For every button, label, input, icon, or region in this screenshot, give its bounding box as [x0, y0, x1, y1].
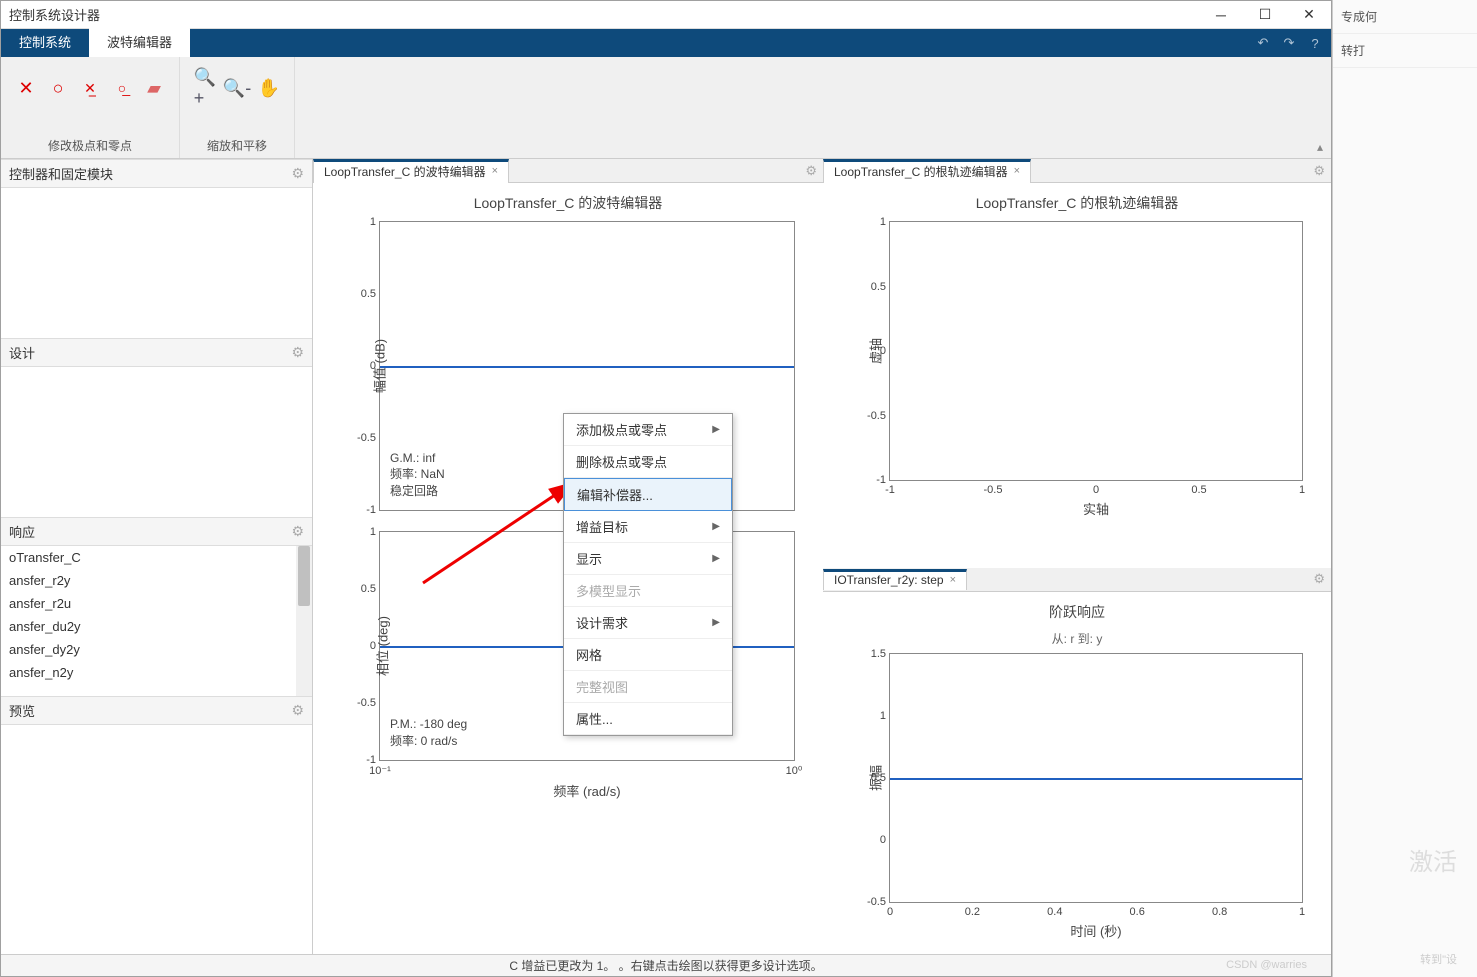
cm-display[interactable]: 显示▶: [564, 543, 732, 575]
ribbon-collapse-icon[interactable]: ▴: [1317, 140, 1323, 154]
add-pole-icon[interactable]: ✕: [15, 77, 37, 99]
cm-add-pole-zero[interactable]: 添加极点或零点▶: [564, 414, 732, 446]
rlocus-title: LoopTransfer_C 的根轨迹编辑器: [841, 193, 1313, 213]
workspace: 控制器和固定模块 ⚙ 设计 ⚙ 响应 ⚙ oTransfer_C ansfer_…: [1, 159, 1331, 976]
pan-icon[interactable]: ✋: [258, 77, 280, 99]
redo-icon[interactable]: ↷: [1279, 33, 1299, 53]
gear-icon[interactable]: ⚙: [291, 344, 304, 361]
ribbon: ✕ ○ ✕̲ ○̲ ▰ 修改极点和零点 🔍+ 🔍- ✋ 缩放和平移 ▴: [1, 57, 1331, 159]
add-zero-icon[interactable]: ○: [47, 77, 69, 99]
panel-header-preview[interactable]: 预览 ⚙: [1, 696, 312, 725]
activate-watermark: 激活: [1409, 842, 1457, 877]
step-title: 阶跃响应: [841, 602, 1313, 622]
mag-data-line: [380, 366, 794, 368]
cm-full-view: 完整视图: [564, 671, 732, 703]
list-item[interactable]: ansfer_r2y: [1, 569, 296, 592]
bode-tab[interactable]: LoopTransfer_C 的波特编辑器 ×: [313, 159, 509, 183]
cm-design-req[interactable]: 设计需求▶: [564, 607, 732, 639]
panel-header-responses[interactable]: 响应 ⚙: [1, 517, 312, 546]
rlocus-tab[interactable]: LoopTransfer_C 的根轨迹编辑器 ×: [823, 159, 1031, 183]
help-icon[interactable]: ?: [1305, 33, 1325, 53]
step-chart[interactable]: 阶跃响应 从: r 到: y 振幅 1.5 1 0.5 0 -0.5 0 0.2…: [823, 592, 1331, 977]
step-plot[interactable]: 振幅 1.5 1 0.5 0 -0.5 0 0.2 0.4 0.6 0.8 1: [889, 653, 1303, 903]
close-button[interactable]: ✕: [1287, 1, 1331, 29]
gear-icon[interactable]: ⚙: [291, 165, 304, 182]
scrollbar[interactable]: [296, 546, 312, 696]
activate-watermark-sub: 转到"设: [1420, 951, 1457, 967]
step-subtitle: 从: r 到: y: [841, 630, 1313, 647]
side-strip: 专成何 转打 激活 转到"设: [1332, 0, 1477, 977]
ribbon-label-zoom: 缩放和平移: [194, 131, 280, 154]
tab-control-system[interactable]: 控制系统: [1, 26, 89, 57]
context-menu: 添加极点或零点▶ 删除极点或零点 编辑补偿器... 增益目标▶ 显示▶ 多模型显…: [563, 413, 733, 736]
right-panel: LoopTransfer_C 的根轨迹编辑器 × ⚙ LoopTransfer_…: [823, 159, 1331, 976]
step-xlabel: 时间 (秒): [889, 921, 1303, 940]
list-item[interactable]: ansfer_r2u: [1, 592, 296, 615]
step-data-line: [890, 778, 1302, 780]
list-item[interactable]: oTransfer_C: [1, 546, 296, 569]
rlocus-plot[interactable]: 虚轴 1 0.5 0 -0.5 -1 -1 -0.5 0 0.5 1: [889, 221, 1303, 481]
rlocus-chart[interactable]: LoopTransfer_C 的根轨迹编辑器 虚轴 1 0.5 0 -0.5 -…: [823, 183, 1331, 568]
window-controls: ─ ☐ ✕: [1199, 1, 1331, 29]
bode-tabbar: LoopTransfer_C 的波特编辑器 × ⚙: [313, 159, 823, 183]
center-panel: LoopTransfer_C 的波特编辑器 × ⚙ LoopTransfer_C…: [313, 159, 823, 976]
list-item[interactable]: ansfer_dy2y: [1, 638, 296, 661]
rlocus-xlabel: 实轴: [889, 499, 1303, 518]
gear-icon[interactable]: ⚙: [805, 163, 817, 179]
cm-properties[interactable]: 属性...: [564, 703, 732, 735]
titlebar: 控制系统设计器 ─ ☐ ✕: [1, 1, 1331, 29]
gear-icon[interactable]: ⚙: [291, 702, 304, 719]
window-title: 控制系统设计器: [9, 5, 100, 24]
panel-header-controllers[interactable]: 控制器和固定模块 ⚙: [1, 159, 312, 188]
gear-icon[interactable]: ⚙: [1313, 163, 1325, 179]
zoom-in-icon[interactable]: 🔍+: [194, 77, 216, 99]
list-item[interactable]: ansfer_n2y: [1, 661, 296, 684]
close-icon[interactable]: ×: [1014, 165, 1020, 177]
ribbon-label-poles: 修改极点和零点: [15, 131, 165, 154]
ribbon-group-zoom: 🔍+ 🔍- ✋ 缩放和平移: [180, 57, 295, 158]
undo-icon[interactable]: ↶: [1253, 33, 1273, 53]
add-complex-pole-icon[interactable]: ✕̲: [79, 77, 101, 99]
add-complex-zero-icon[interactable]: ○̲: [111, 77, 133, 99]
mag-info: G.M.: inf 频率: NaN 稳定回路: [390, 450, 445, 500]
eraser-icon[interactable]: ▰: [143, 77, 165, 99]
panel-header-design[interactable]: 设计 ⚙: [1, 338, 312, 367]
step-tabbar: IOTransfer_r2y: step × ⚙: [823, 568, 1331, 592]
gear-icon[interactable]: ⚙: [1313, 571, 1325, 587]
bode-chart-area[interactable]: LoopTransfer_C 的波特编辑器 幅值 (dB) 1 0.5 0 -0…: [313, 183, 823, 976]
list-item[interactable]: ansfer_du2y: [1, 615, 296, 638]
tab-bode-editor[interactable]: 波特编辑器: [89, 26, 190, 57]
toolstrip: 控制系统 波特编辑器 ↶ ↷ ?: [1, 29, 1331, 57]
rlocus-tabbar: LoopTransfer_C 的根轨迹编辑器 × ⚙: [823, 159, 1331, 183]
zoom-out-icon[interactable]: 🔍-: [226, 77, 248, 99]
cm-delete-pole-zero[interactable]: 删除极点或零点: [564, 446, 732, 478]
close-icon[interactable]: ×: [492, 165, 498, 177]
side-item: 专成何: [1333, 0, 1477, 34]
left-panel: 控制器和固定模块 ⚙ 设计 ⚙ 响应 ⚙ oTransfer_C ansfer_…: [1, 159, 313, 976]
statusbar: C 增益已更改为 1。 。右键点击绘图以获得更多设计选项。: [1, 954, 1331, 976]
phase-info: P.M.: -180 deg 频率: 0 rad/s: [390, 716, 467, 750]
cm-gain-target[interactable]: 增益目标▶: [564, 511, 732, 543]
bode-title: LoopTransfer_C 的波特编辑器: [331, 193, 805, 213]
cm-edit-compensator[interactable]: 编辑补偿器...: [564, 478, 732, 511]
main-window: 控制系统设计器 ─ ☐ ✕ 控制系统 波特编辑器 ↶ ↷ ? ✕ ○ ✕̲ ○̲…: [0, 0, 1332, 977]
ribbon-group-poles-zeros: ✕ ○ ✕̲ ○̲ ▰ 修改极点和零点: [1, 57, 180, 158]
cm-multimodel: 多模型显示: [564, 575, 732, 607]
gear-icon[interactable]: ⚙: [291, 523, 304, 540]
bode-xlabel: 频率 (rad/s): [379, 781, 795, 800]
response-list: oTransfer_C ansfer_r2y ansfer_r2u ansfer…: [1, 546, 312, 696]
step-tab[interactable]: IOTransfer_r2y: step ×: [823, 569, 967, 590]
csdn-watermark: CSDN @warries: [1226, 959, 1307, 971]
side-item: 转打: [1333, 34, 1477, 68]
cm-grid[interactable]: 网格: [564, 639, 732, 671]
maximize-button[interactable]: ☐: [1243, 1, 1287, 29]
minimize-button[interactable]: ─: [1199, 1, 1243, 29]
close-icon[interactable]: ×: [950, 574, 956, 586]
